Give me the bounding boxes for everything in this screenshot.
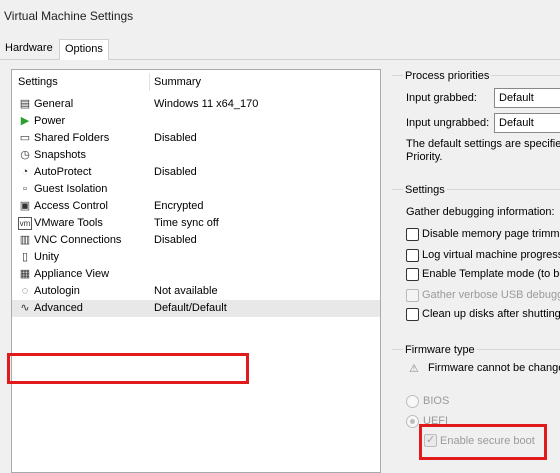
settings-row-shared-folders[interactable]: ▭ Shared Folders Disabled — [12, 130, 380, 147]
tab-options[interactable]: Options — [59, 39, 109, 61]
input-grabbed-label: Input grabbed: — [406, 92, 477, 104]
settings-row-unity[interactable]: ▯ Unity — [12, 249, 380, 266]
radio-button — [406, 415, 419, 428]
settings-row-name: AutoProtect — [34, 166, 92, 178]
input-ungrabbed-label: Input ungrabbed: — [406, 117, 490, 129]
settings-row-name: Snapshots — [34, 149, 86, 161]
settings-row-summary: Disabled — [154, 132, 197, 144]
settings-row-summary: Time sync off — [154, 217, 219, 229]
checkbox-label: Enable Template mode (to be — [422, 268, 560, 280]
settings-row-vmware-tools[interactable]: vm VMware Tools Time sync off — [12, 215, 380, 232]
settings-row-general[interactable]: ▤ General Windows 11 x64_170 — [12, 96, 380, 113]
checkbox-label: Disable memory page trimming — [422, 228, 560, 240]
input-ungrabbed-select[interactable]: Default — [494, 113, 560, 133]
unity-icon: ▯ — [21, 251, 29, 263]
radio-label: BIOS — [423, 395, 450, 407]
settings-column-header[interactable]: Settings — [18, 76, 58, 88]
settings-row-summary: Default/Default — [154, 302, 227, 314]
tab-hardware[interactable]: Hardware — [0, 39, 58, 60]
checkbox-label: Gather verbose USB debugging — [422, 289, 560, 301]
radio-button — [406, 395, 419, 408]
process-priorities-title: Process priorities — [403, 70, 492, 82]
settings-row-name: Autologin — [34, 285, 80, 297]
firmware-type-title: Firmware type — [403, 344, 477, 356]
autoprotect-icon: ◔ — [21, 166, 29, 178]
guest-isolation-icon: ▫ — [23, 183, 27, 195]
settings-row-name: Appliance View — [34, 268, 110, 280]
settings-group-title: Settings — [403, 184, 447, 196]
checkbox-box[interactable] — [406, 249, 419, 262]
settings-row-name: Advanced — [34, 302, 83, 314]
input-grabbed-select[interactable]: Default — [494, 88, 560, 108]
vmware-tools-icon: vm — [18, 217, 32, 230]
settings-row-access-control[interactable]: ▣ Access Control Encrypted — [12, 198, 380, 215]
snapshots-icon: ◷ — [20, 149, 30, 161]
settings-row-power[interactable]: ▶ Power — [12, 113, 380, 130]
title-bar: Virtual Machine Settings — [0, 0, 560, 34]
warning-icon: ⚠ — [409, 363, 419, 375]
checkbox-box[interactable] — [406, 268, 419, 281]
settings-row-guest-isolation[interactable]: ▫ Guest Isolation — [12, 181, 380, 198]
settings-row-advanced[interactable]: ∿ Advanced Default/Default — [12, 300, 380, 317]
settings-row-summary: Disabled — [154, 234, 197, 246]
settings-row-name: Shared Folders — [34, 132, 110, 144]
settings-row-appliance-view[interactable]: ▦ Appliance View — [12, 266, 380, 283]
checkbox-label: Clean up disks after shutting — [422, 308, 560, 320]
debug-info-label: Gather debugging information: — [406, 206, 555, 218]
shared-folders-icon: ▭ — [19, 132, 31, 144]
checkbox-box[interactable] — [406, 228, 419, 241]
settings-row-autologin[interactable]: ◌ Autologin Not available — [12, 283, 380, 300]
checkbox-box[interactable] — [406, 308, 419, 321]
settings-list: Settings Summary ▤ General Windows 11 x6… — [11, 69, 381, 473]
advanced-icon: ∿ — [20, 302, 30, 314]
settings-row-name: VMware Tools — [34, 217, 103, 229]
advanced-row-highlight — [7, 353, 249, 384]
settings-row-name: Guest Isolation — [34, 183, 108, 195]
settings-row-name: Unity — [34, 251, 60, 263]
advanced-settings-panel: Process priorities Input grabbed: Defaul… — [392, 60, 560, 473]
settings-row-summary: Encrypted — [154, 200, 204, 212]
summary-column-header[interactable]: Summary — [154, 76, 201, 88]
access-control-icon: ▣ — [19, 200, 31, 212]
settings-row-name: Power — [34, 115, 66, 127]
priority-description: The default settings are specifie Priorit… — [406, 138, 560, 163]
autologin-icon: ◌ — [21, 285, 29, 297]
settings-row-snapshots[interactable]: ◷ Snapshots — [12, 147, 380, 164]
appliance-view-icon: ▦ — [19, 268, 31, 280]
column-divider[interactable] — [149, 73, 150, 91]
settings-row-summary: Disabled — [154, 166, 197, 178]
settings-row-summary: Not available — [154, 285, 218, 297]
settings-row-vnc-connections[interactable]: ▥ VNC Connections Disabled — [12, 232, 380, 249]
settings-row-autoprotect[interactable]: ◔ AutoProtect Disabled — [12, 164, 380, 181]
settings-row-summary: Windows 11 x64_170 — [154, 98, 259, 110]
firmware-warning-text: Firmware cannot be changed — [428, 362, 560, 374]
secure-boot-checkbox — [424, 433, 437, 447]
tab-strip: Hardware Options — [0, 34, 560, 61]
vnc-icon: ▥ — [19, 234, 31, 246]
settings-row-name: VNC Connections — [34, 234, 122, 246]
options-page: Settings Summary ▤ General Windows 11 x6… — [0, 60, 560, 473]
checkbox-box — [406, 289, 419, 302]
window-title: Virtual Machine Settings — [4, 9, 134, 23]
general-icon: ▤ — [19, 98, 31, 110]
settings-row-name: General — [34, 98, 74, 110]
settings-row-name: Access Control — [34, 200, 108, 212]
power-icon: ▶ — [20, 115, 30, 127]
checkbox-label: Log virtual machine progress — [422, 249, 560, 261]
secure-boot-label: Enable secure boot — [440, 435, 535, 447]
